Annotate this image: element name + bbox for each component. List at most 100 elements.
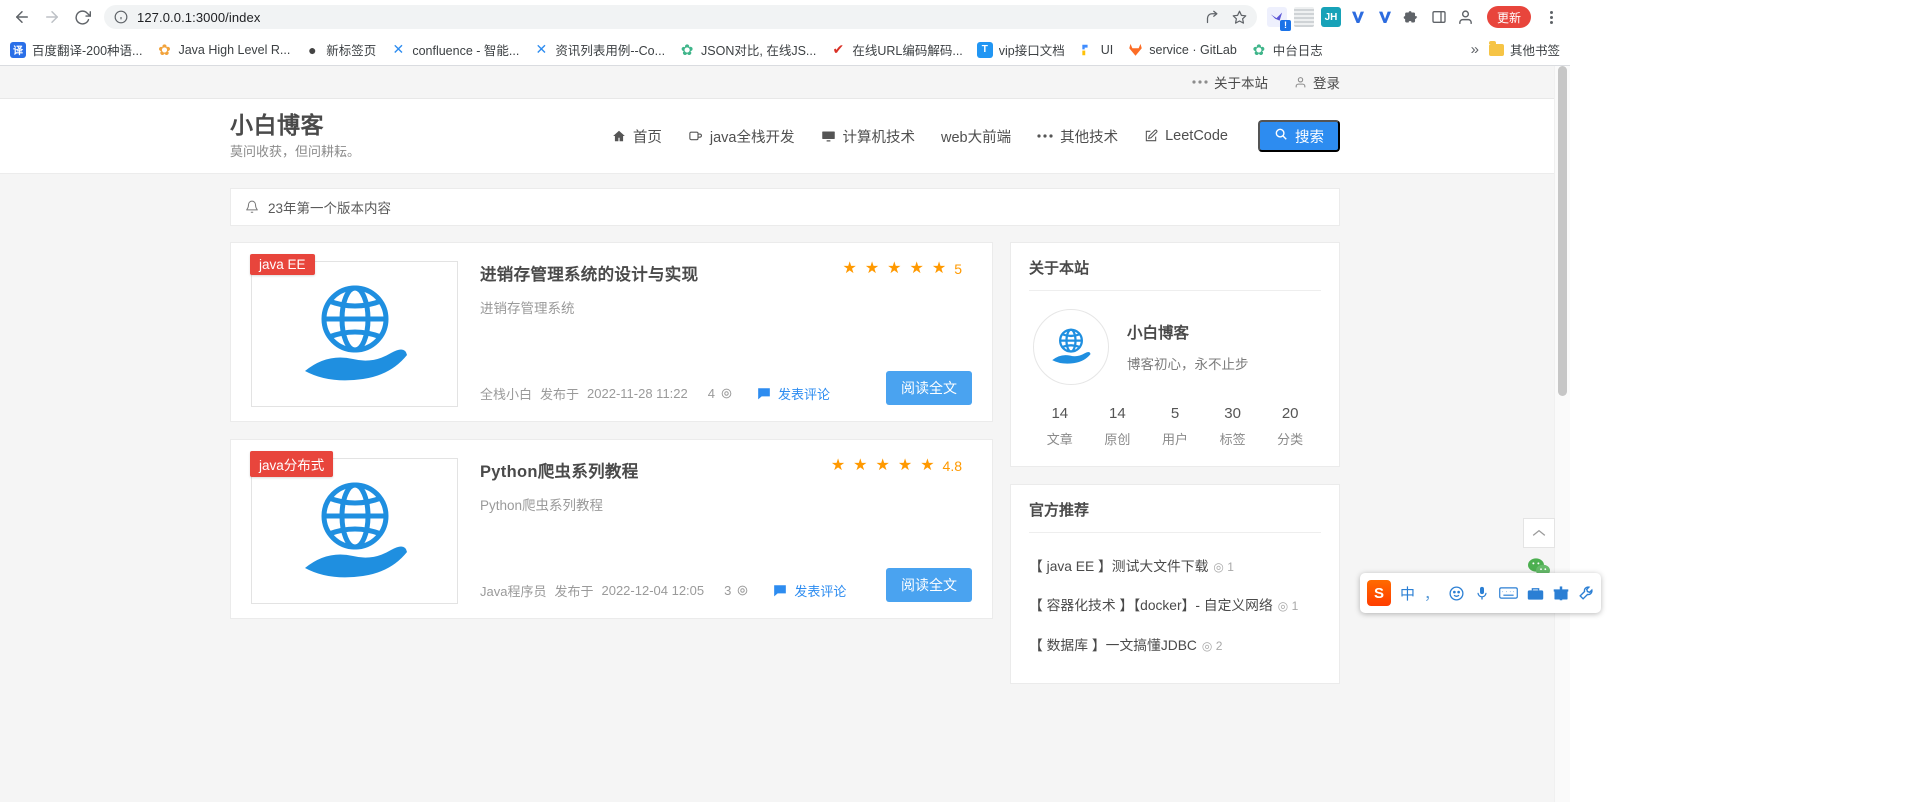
notice-bar[interactable]: 23年第一个版本内容	[230, 188, 1340, 226]
bookmark-label: 百度翻译-200种语...	[32, 44, 143, 58]
confluence-icon: ✕	[392, 41, 405, 57]
update-button[interactable]: 更新	[1486, 6, 1531, 28]
bookmark-item[interactable]: ✿ JSON对比, 在线JS...	[679, 40, 817, 59]
ime-settings-icon[interactable]	[1578, 585, 1594, 601]
recommend-item[interactable]: 【 容器化技术 】【docker】- 自定义网络 ◎ 1	[1029, 586, 1321, 625]
bookmark-item[interactable]: ✔ 在线URL编码解码...	[830, 40, 962, 59]
bookmark-label: 新标签页	[326, 44, 377, 58]
gitlab-glyph-icon	[1129, 43, 1142, 56]
ime-punctuation-toggle[interactable]: ，	[1424, 583, 1439, 604]
ime-toolbox-icon[interactable]	[1527, 586, 1544, 601]
read-more-button[interactable]: 阅读全文	[886, 371, 972, 405]
ime-language-toggle[interactable]: 中	[1400, 583, 1415, 604]
back-button[interactable]	[8, 3, 36, 31]
recommend-view-count: 2	[1215, 638, 1223, 653]
ime-gift-icon[interactable]	[1553, 585, 1569, 601]
confluence-icon: ✕	[535, 41, 548, 57]
side-panel-icon[interactable]	[1429, 7, 1449, 27]
bookmark-item[interactable]: service · GitLab	[1127, 42, 1237, 58]
wrench-glyph-icon	[1579, 586, 1593, 600]
other-bookmarks-label: 其他书签	[1509, 44, 1560, 58]
ime-keyboard-icon[interactable]	[1499, 586, 1518, 600]
forward-button[interactable]	[38, 3, 66, 31]
extension-jh-icon[interactable]: JH	[1320, 7, 1341, 27]
monitor-icon	[821, 129, 836, 144]
article-comment-label: 发表评论	[777, 387, 830, 402]
profile-avatar-icon[interactable]	[1456, 7, 1476, 27]
scrollbar-thumb[interactable]	[1558, 66, 1567, 396]
extension-bird-icon[interactable]: !	[1266, 7, 1291, 31]
stat-label: 用户	[1161, 432, 1188, 447]
back-to-top-button[interactable]	[1523, 518, 1555, 548]
extension-alert-badge: !	[1279, 20, 1291, 31]
article-tag[interactable]: java分布式	[250, 451, 334, 477]
site-brand[interactable]: 小白博客 莫问收获，但问耕耘。	[230, 112, 360, 160]
topbar-about-label: 关于本站	[1214, 76, 1268, 91]
chrome-menu-button[interactable]	[1540, 4, 1562, 30]
article-title[interactable]: Python爬虫系列教程	[480, 458, 639, 482]
globe-logo-icon	[1052, 328, 1091, 364]
nav-item-home[interactable]: 首页	[612, 126, 662, 147]
other-bookmarks-folder[interactable]: 其他书签	[1488, 40, 1560, 59]
dots-horizontal-icon	[1037, 133, 1053, 139]
star-icon: ★	[909, 260, 924, 277]
nav-item-leetcode[interactable]: LeetCode	[1144, 128, 1228, 144]
read-more-button[interactable]: 阅读全文	[886, 568, 972, 602]
extensions-puzzle-icon[interactable]	[1402, 7, 1422, 27]
extension-v1-icon[interactable]	[1348, 7, 1368, 27]
bookmark-item[interactable]: ● 新标签页	[304, 40, 376, 59]
eye-icon	[738, 585, 748, 596]
search-button[interactable]: 搜索	[1258, 120, 1340, 152]
gift-glyph-icon	[1553, 586, 1569, 601]
share-icon[interactable]	[1205, 10, 1220, 25]
site-stats: 14 文章 14 原创 5 用户 30 标签 20 分类	[1029, 389, 1321, 448]
ime-voice-icon[interactable]	[1474, 585, 1490, 602]
bookmark-item[interactable]: ✕ 资讯列表用例--Co...	[533, 40, 665, 59]
nav-label: LeetCode	[1165, 128, 1228, 144]
bookmark-item[interactable]: ✿ 中台日志	[1251, 40, 1323, 59]
topbar-about-link[interactable]: 关于本站	[1192, 72, 1268, 92]
bookmark-item[interactable]: T vip接口文档	[976, 40, 1065, 59]
article-thumbnail[interactable]: java EE	[250, 254, 458, 407]
bookmark-item[interactable]: UI	[1079, 42, 1113, 58]
bookmark-star-icon[interactable]	[1232, 10, 1247, 25]
globe-logo-icon	[304, 482, 407, 578]
t-icon: T	[976, 41, 993, 58]
reload-button[interactable]	[68, 3, 96, 31]
nav-item-other[interactable]: 其他技术	[1037, 126, 1118, 147]
nav-item-computer[interactable]: 计算机技术	[821, 126, 916, 147]
ime-emoji-icon[interactable]	[1448, 585, 1465, 602]
article-card[interactable]: java EE 进销存管理系统的设计与实现 ★ ★ ★ ★ ★ 5 进销存管理系…	[230, 242, 993, 422]
sogou-logo-icon[interactable]: S	[1367, 580, 1391, 606]
site-info-icon[interactable]	[114, 10, 128, 24]
page-scrollbar[interactable]	[1554, 66, 1570, 802]
about-card-title: 关于本站	[1029, 257, 1321, 291]
star-icon: ★	[920, 457, 935, 474]
article-thumbnail[interactable]: java分布式	[250, 451, 458, 604]
bookmark-item[interactable]: ✿ Java High Level R...	[156, 42, 290, 59]
about-profile: 小白博客 博客初心，永不止步	[1029, 291, 1321, 389]
recommend-item[interactable]: 【 java EE 】测试大文件下载 ◎ 1	[1029, 547, 1321, 586]
nav-item-java[interactable]: java全栈开发	[688, 126, 795, 147]
article-card[interactable]: java分布式 Python爬虫系列教程 ★ ★ ★ ★ ★ 4.8 Pytho…	[230, 439, 993, 619]
nav-label: 计算机技术	[842, 129, 916, 146]
ui-glyph-icon	[1082, 44, 1088, 55]
topbar-login-link[interactable]: 登录	[1294, 72, 1340, 92]
bookmark-item[interactable]: 译 百度翻译-200种语...	[10, 40, 142, 59]
article-comment-link[interactable]: 发表评论	[757, 384, 830, 403]
extension-qrcode-icon[interactable]	[1293, 7, 1314, 27]
nav-item-frontend[interactable]: web大前端	[941, 126, 1011, 147]
article-title[interactable]: 进销存管理系统的设计与实现	[480, 261, 698, 285]
address-bar[interactable]: 127.0.0.1:3000/index	[104, 5, 1257, 29]
bookmarks-bar: 译 百度翻译-200种语... ✿ Java High Level R... ●…	[0, 34, 1570, 66]
notice-text: 23年第一个版本内容	[268, 201, 392, 216]
article-tag[interactable]: java EE	[250, 254, 315, 275]
article-author: 全栈小白	[480, 387, 533, 402]
chevron-up-icon	[1532, 529, 1546, 536]
bookmark-item[interactable]: ✕ confluence - 智能...	[390, 40, 519, 59]
recommend-item[interactable]: 【 数据库 】一文搞懂JDBC ◎ 2	[1029, 626, 1321, 665]
extension-v2-icon[interactable]	[1375, 7, 1395, 27]
article-comment-link[interactable]: 发表评论	[773, 581, 846, 600]
bookmarks-overflow-button[interactable]: »	[1471, 41, 1479, 58]
main-navigation: 首页 java全栈开发 计算机技术 web大前端 其他技术 LeetCode 搜…	[612, 120, 1340, 152]
